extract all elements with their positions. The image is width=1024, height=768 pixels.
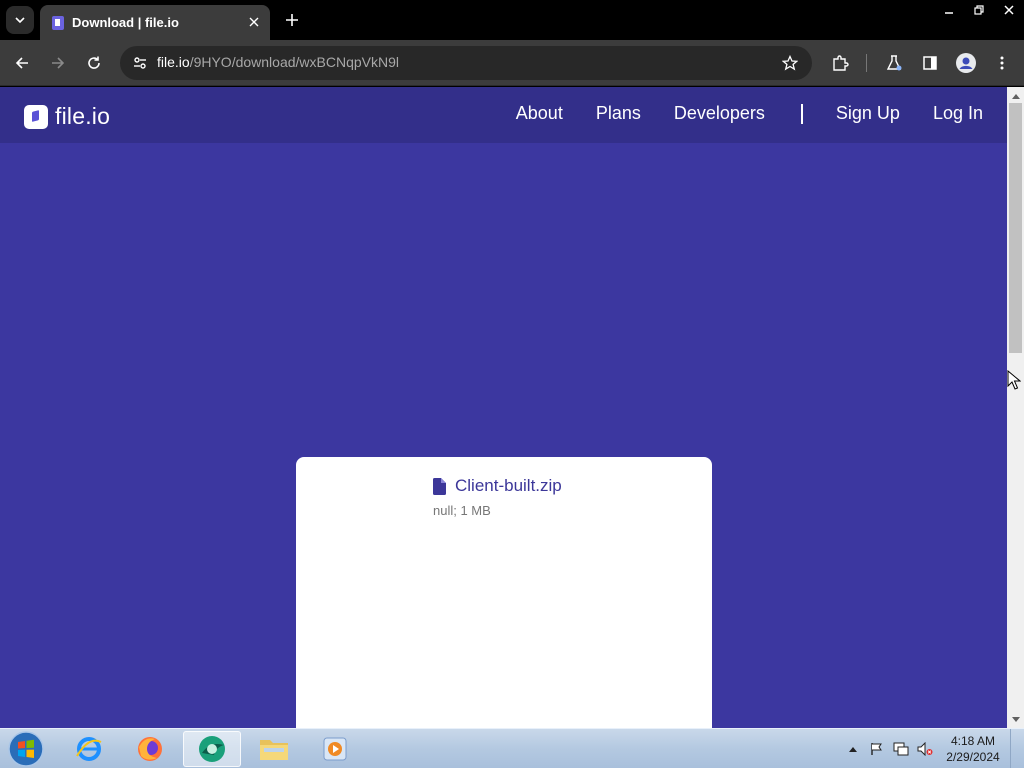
scrollbar-thumb[interactable] [1009,103,1022,353]
address-bar[interactable]: file.io/9HYO/download/wxBCNqpVkN9l [120,46,812,80]
new-tab-button[interactable] [282,10,302,30]
scroll-up-button[interactable] [1007,87,1024,104]
mouse-cursor-icon [1007,370,1021,390]
file-io-logo-icon [24,104,48,129]
clock-date: 2/29/2024 [946,750,1000,764]
minimize-icon [945,12,953,14]
bookmark-button[interactable] [778,51,802,75]
file-io-favicon-icon [52,15,64,30]
volume-button[interactable] [915,739,935,759]
star-icon [782,55,798,71]
firefox-icon [138,737,162,761]
logo-text: file.io [55,103,111,129]
tab-strip: Download | file.io [0,0,1024,40]
screen: Download | file.io file.io/9HYO/download… [0,0,1024,768]
chevron-up-icon [849,747,857,752]
tab-active[interactable]: Download | file.io [40,5,270,40]
forward-button[interactable] [46,51,70,75]
page-scrollbar[interactable] [1007,87,1024,728]
browser-toolbar: file.io/9HYO/download/wxBCNqpVkN9l [0,40,1024,86]
back-button[interactable] [10,51,34,75]
file-row: Client-built.zip [433,476,562,496]
side-panel-icon [923,56,937,70]
browser-app-icon [199,736,225,762]
action-center-button[interactable] [867,739,887,759]
windows-taskbar: 4:18 AM 2/29/2024 [0,728,1024,768]
nav-about-link[interactable]: About [516,103,563,124]
taskbar-file-explorer[interactable] [245,731,303,767]
minimize-button[interactable] [934,0,964,20]
tab-title: Download | file.io [72,15,179,30]
nav-log-in-link[interactable]: Log In [933,103,983,124]
url-host: file.io [157,54,190,70]
window-controls [934,0,1024,20]
taskbar-firefox[interactable] [121,731,179,767]
system-tray [843,729,939,768]
url-text: file.io/9HYO/download/wxBCNqpVkN9l [157,54,399,70]
nav-sign-up-link[interactable]: Sign Up [836,103,900,124]
flask-icon [886,55,902,71]
web-page: file.io About Plans Developers Sign Up L… [0,87,1007,728]
more-vertical-icon [1000,56,1004,70]
avatar-icon [956,53,976,73]
side-panel-button[interactable] [918,51,942,75]
media-player-icon [323,737,347,761]
arrow-right-icon [52,57,65,69]
triangle-up-icon [1011,93,1020,99]
plus-icon [286,14,298,26]
site-logo[interactable]: file.io [24,103,110,130]
restore-icon [974,5,984,15]
tab-search-button[interactable] [6,6,34,34]
windows-logo-icon [8,731,44,767]
volume-muted-icon [917,742,933,756]
file-name[interactable]: Client-built.zip [455,476,562,496]
show-hidden-icons-button[interactable] [843,739,863,759]
taskbar-clock[interactable]: 4:18 AM 2/29/2024 [940,733,1006,765]
extensions-button[interactable] [828,51,852,75]
clock-time: 4:18 AM [950,734,996,748]
file-icon [433,477,446,495]
profile-button[interactable] [954,51,978,75]
file-meta: null; 1 MB [433,503,491,518]
network-button[interactable] [891,739,911,759]
internet-explorer-icon [76,737,102,761]
menu-button[interactable] [990,51,1014,75]
folder-icon [260,740,288,760]
site-nav-links: About Plans Developers Sign Up Log In [483,103,983,124]
taskbar-browser[interactable] [183,731,241,767]
network-icon [893,742,909,756]
close-window-button[interactable] [994,0,1024,20]
nav-plans-link[interactable]: Plans [596,103,641,124]
labs-button[interactable] [882,51,906,75]
url-path: /9HYO/download/wxBCNqpVkN9l [189,54,400,70]
site-info-button[interactable] [128,51,152,75]
nav-divider [800,103,803,124]
start-button[interactable] [6,731,46,767]
close-icon [249,17,259,27]
triangle-down-icon [1011,716,1020,722]
scroll-down-button[interactable] [1007,711,1024,728]
download-card: Client-built.zip null; 1 MB [296,457,712,728]
toolbar-divider [866,54,867,72]
site-header: file.io About Plans Developers Sign Up L… [0,87,1007,143]
tune-icon [134,57,146,69]
puzzle-icon [833,55,849,71]
arrow-left-icon [15,57,28,69]
nav-developers-link[interactable]: Developers [674,103,765,124]
reload-icon [88,56,100,69]
restore-button[interactable] [964,0,994,20]
reload-button[interactable] [82,51,106,75]
chevron-down-icon [15,17,25,24]
tab-close-button[interactable] [246,14,262,30]
taskbar-internet-explorer[interactable] [60,731,118,767]
taskbar-media-player[interactable] [306,731,364,767]
show-desktop-button[interactable] [1010,729,1024,768]
close-icon [1004,5,1014,15]
flag-icon [871,743,882,755]
